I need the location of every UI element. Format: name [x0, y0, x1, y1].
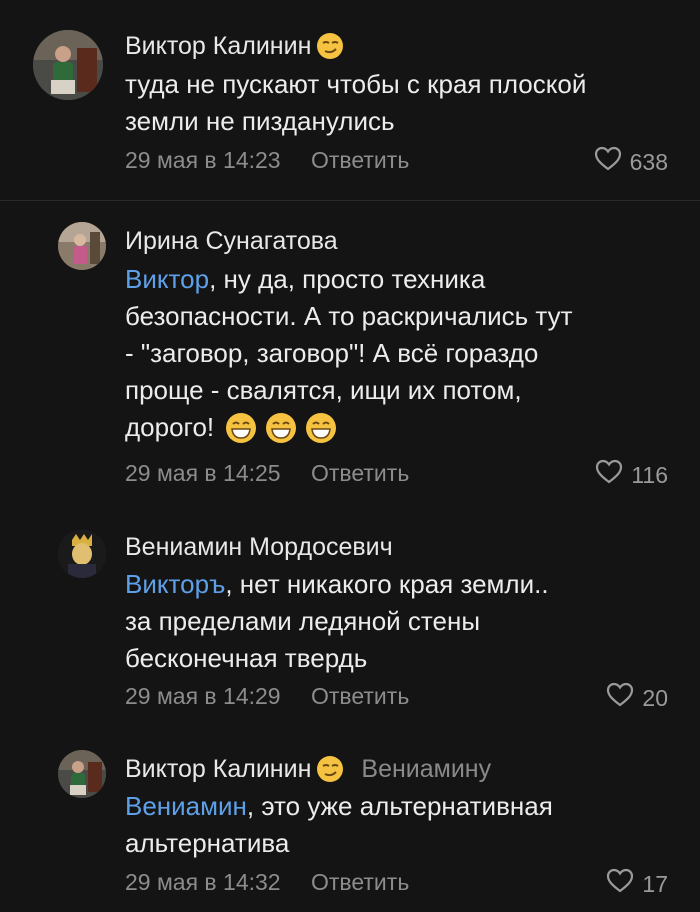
- grin-emoji-icon: [224, 411, 258, 445]
- comment-4: Виктор Калинин Вениамину Вениамин, это у…: [0, 730, 700, 912]
- like-button[interactable]: 17: [606, 868, 668, 900]
- comment-text: Викторъ, нет никакого края земли.. за пр…: [125, 566, 685, 677]
- text-line: проще - свалятся, ищи их потом,: [125, 375, 522, 405]
- comment-meta: 29 мая в 14:29 Ответить: [125, 682, 409, 710]
- mention-link[interactable]: Викторъ: [125, 569, 225, 599]
- reply-to-label[interactable]: Вениамину: [361, 754, 491, 784]
- avatar[interactable]: [58, 530, 106, 578]
- smirk-emoji-icon: [315, 31, 345, 61]
- avatar[interactable]: [33, 30, 103, 100]
- heart-outline-icon: [606, 682, 642, 714]
- text-line: - "заговор, заговор"! А всё гораздо: [125, 338, 539, 368]
- heart-outline-icon: [594, 146, 630, 178]
- avatar[interactable]: [58, 222, 106, 270]
- avatar[interactable]: [58, 750, 106, 798]
- comment-meta: 29 мая в 14:23 Ответить: [125, 146, 409, 174]
- like-button[interactable]: 638: [594, 146, 668, 178]
- grin-emoji-icon: [264, 411, 298, 445]
- comment-date: 29 мая в 14:23: [125, 147, 281, 173]
- comment-date: 29 мая в 14:25: [125, 460, 281, 486]
- author-name[interactable]: Вениамин Мордосевич: [125, 532, 393, 562]
- reply-button[interactable]: Ответить: [311, 869, 409, 895]
- like-button[interactable]: 20: [606, 682, 668, 714]
- text-line: туда не пускают чтобы с края плоской: [125, 69, 587, 99]
- heart-outline-icon: [595, 459, 631, 491]
- comment-meta: 29 мая в 14:32 Ответить: [125, 868, 409, 896]
- text-line: земли не пизданулись: [125, 106, 395, 136]
- reply-button[interactable]: Ответить: [311, 147, 409, 173]
- like-count: 17: [642, 871, 668, 897]
- comment-text: Вениамин, это уже альтернативная альтерн…: [125, 788, 685, 862]
- text-line: бесконечная твердь: [125, 643, 368, 673]
- author-name[interactable]: Виктор Калинин: [125, 31, 311, 61]
- author-line: Виктор Калинин: [125, 31, 345, 61]
- text-line: дорого!: [125, 409, 685, 446]
- text-line: за пределами ледяной стены: [125, 606, 481, 636]
- comment-text: туда не пускают чтобы с края плоской зем…: [125, 66, 685, 140]
- comment-1: Виктор Калинин туда не пускают чтобы с к…: [0, 0, 700, 200]
- text-line: безопасности. А то раскричались тут: [125, 301, 573, 331]
- author-name[interactable]: Ирина Сунагатова: [125, 226, 338, 256]
- comment-text: Виктор, ну да, просто техника безопаснос…: [125, 261, 685, 446]
- heart-outline-icon: [606, 868, 642, 900]
- like-button[interactable]: 116: [595, 459, 668, 491]
- like-count: 638: [629, 149, 668, 175]
- comment-meta: 29 мая в 14:25 Ответить: [125, 459, 409, 487]
- grin-emoji-icon: [304, 411, 338, 445]
- reply-button[interactable]: Ответить: [311, 683, 409, 709]
- reply-button[interactable]: Ответить: [311, 460, 409, 486]
- text-line: Викторъ, нет никакого края земли..: [125, 569, 549, 599]
- like-count: 20: [642, 685, 668, 711]
- like-count: 116: [631, 462, 668, 488]
- text-line: Виктор, ну да, просто техника: [125, 264, 486, 294]
- comment-2: Ирина Сунагатова Виктор, ну да, просто т…: [0, 200, 700, 510]
- author-line: Вениамин Мордосевич: [125, 532, 393, 562]
- text-line: альтернатива: [125, 828, 290, 858]
- author-name[interactable]: Виктор Калинин: [125, 754, 311, 784]
- smirk-emoji-icon: [315, 754, 345, 784]
- comment-date: 29 мая в 14:32: [125, 869, 281, 895]
- author-line: Ирина Сунагатова: [125, 226, 338, 256]
- mention-link[interactable]: Виктор: [125, 264, 209, 294]
- comment-date: 29 мая в 14:29: [125, 683, 281, 709]
- mention-link[interactable]: Вениамин: [125, 791, 247, 821]
- text-line: Вениамин, это уже альтернативная: [125, 791, 553, 821]
- author-line: Виктор Калинин Вениамину: [125, 754, 491, 784]
- comment-3: Вениамин Мордосевич Викторъ, нет никаког…: [0, 510, 700, 730]
